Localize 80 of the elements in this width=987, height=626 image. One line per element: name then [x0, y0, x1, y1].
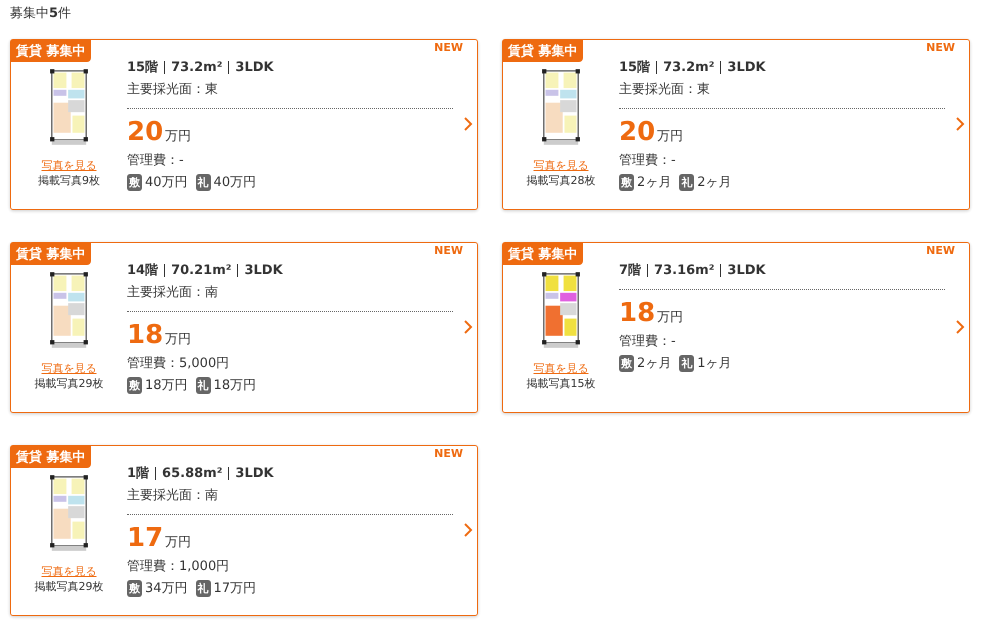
- photo-count: 掲載写真28枚: [526, 173, 596, 188]
- floor-text: 1階: [127, 465, 150, 482]
- rent-unit: 万円: [165, 128, 192, 145]
- rent-unit: 万円: [657, 128, 684, 145]
- deposit-text: 34万円: [145, 580, 188, 597]
- lighting-text: 主要採光面：東: [619, 81, 711, 98]
- deposit-text: 40万円: [145, 174, 188, 191]
- key-money-badge: 礼: [679, 174, 694, 190]
- key-money-badge: 礼: [196, 376, 211, 394]
- area-text: 73.16m²: [654, 262, 714, 278]
- chevron-right-icon[interactable]: [463, 116, 473, 132]
- key-money-badge: 礼: [679, 354, 694, 372]
- floor-text: 15階: [127, 59, 158, 76]
- layout-text: 3LDK: [235, 60, 274, 74]
- chevron-right-icon[interactable]: [955, 116, 965, 132]
- photo-count: 掲載写真29枚: [34, 376, 104, 391]
- listing-card[interactable]: 賃貸 募集中 写真を見る 掲載写真9枚 15階 73.2m² 3LDK 主要採光面：東 20 万円 管理費：- 敷 40万円 礼 40万円 NEW: [10, 39, 478, 210]
- key-money-text: 17万円: [214, 580, 256, 597]
- management-fee: 管理費：5,000円: [127, 355, 230, 372]
- layout-text: 3LDK: [235, 466, 274, 480]
- rent-amount: 17: [127, 523, 164, 553]
- photo-count: 掲載写真9枚: [38, 173, 100, 188]
- new-label: NEW: [434, 41, 463, 54]
- key-money-badge: 礼: [196, 580, 211, 596]
- new-label: NEW: [434, 447, 463, 460]
- deposit-text: 2ヶ月: [637, 174, 672, 191]
- key-money-text: 40万円: [214, 174, 256, 191]
- new-label: NEW: [434, 244, 463, 257]
- management-fee: 管理費：-: [127, 152, 185, 169]
- area-text: 73.2m²: [663, 60, 714, 74]
- deposit-text: 18万円: [145, 377, 188, 394]
- status-label: 賃貸 募集中: [11, 243, 91, 265]
- status-label: 賃貸 募集中: [11, 446, 91, 468]
- management-fee: 管理費：1,000円: [127, 558, 230, 575]
- status-label: 賃貸 募集中: [503, 40, 583, 62]
- area-text: 70.21m²: [171, 262, 232, 278]
- chevron-right-icon[interactable]: [463, 522, 473, 538]
- area-text: 65.88m²: [162, 466, 222, 480]
- listing-card[interactable]: 賃貸 募集中 写真を見る 掲載写真29枚 1階 65.88m² 3LDK 主要採光面：南 17 万円 管理費：1,000円 敷 34万円 礼 17万円 NEW: [10, 445, 478, 616]
- layout-text: 3LDK: [727, 262, 766, 278]
- new-label: NEW: [926, 244, 955, 257]
- new-label: NEW: [926, 41, 955, 54]
- chevron-right-icon[interactable]: [463, 319, 473, 335]
- layout-text: 3LDK: [244, 262, 283, 278]
- chevron-right-icon[interactable]: [955, 319, 965, 335]
- deposit-badge: 敷: [619, 354, 634, 372]
- key-money-badge: 礼: [196, 174, 211, 190]
- deposit-badge: 敷: [127, 174, 142, 190]
- rent-amount: 18: [127, 320, 164, 350]
- photo-count: 掲載写真29枚: [34, 579, 104, 594]
- photo-count: 掲載写真15枚: [526, 376, 596, 391]
- rent-amount: 20: [127, 117, 164, 147]
- key-money-text: 18万円: [214, 377, 256, 394]
- rent-unit: 万円: [165, 331, 192, 348]
- floor-text: 15階: [619, 59, 650, 76]
- rent-unit: 万円: [165, 534, 192, 551]
- area-text: 73.2m²: [171, 60, 222, 74]
- listing-card[interactable]: 賃貸 募集中 写真を見る 掲載写真28枚 15階 73.2m² 3LDK 主要採光面：東 20 万円 管理費：- 敷 2ヶ月 礼 2ヶ月 NEW: [502, 39, 970, 210]
- deposit-badge: 敷: [127, 580, 142, 596]
- deposit-badge: 敷: [619, 174, 634, 190]
- rent-amount: 20: [619, 117, 656, 147]
- result-count: 募集中5件: [10, 5, 72, 23]
- rent-unit: 万円: [657, 309, 684, 326]
- key-money-text: 1ヶ月: [697, 355, 732, 372]
- lighting-text: 主要採光面：南: [127, 284, 219, 301]
- floor-text: 14階: [127, 262, 158, 279]
- status-label: 賃貸 募集中: [11, 40, 91, 62]
- deposit-badge: 敷: [127, 376, 142, 394]
- rent-amount: 18: [619, 298, 656, 328]
- key-money-text: 2ヶ月: [697, 174, 732, 191]
- layout-text: 3LDK: [727, 60, 766, 74]
- management-fee: 管理費：-: [619, 333, 677, 350]
- deposit-text: 2ヶ月: [637, 355, 672, 372]
- lighting-text: 主要採光面：東: [127, 81, 219, 98]
- listing-card[interactable]: 賃貸 募集中 写真を見る 掲載写真15枚 7階 73.16m² 3LDK 18 万円 管理費：- 敷 2ヶ月 礼 1ヶ月 NEW: [502, 242, 970, 413]
- lighting-text: 主要採光面：南: [127, 487, 219, 504]
- status-label: 賃貸 募集中: [503, 243, 583, 265]
- management-fee: 管理費：-: [619, 152, 677, 169]
- listing-card[interactable]: 賃貸 募集中 写真を見る 掲載写真29枚 14階 70.21m² 3LDK 主要採光面：南 18 万円 管理費：5,000円 敷 18万円 礼 18万円 NEW: [10, 242, 478, 413]
- floor-text: 7階: [619, 262, 642, 279]
